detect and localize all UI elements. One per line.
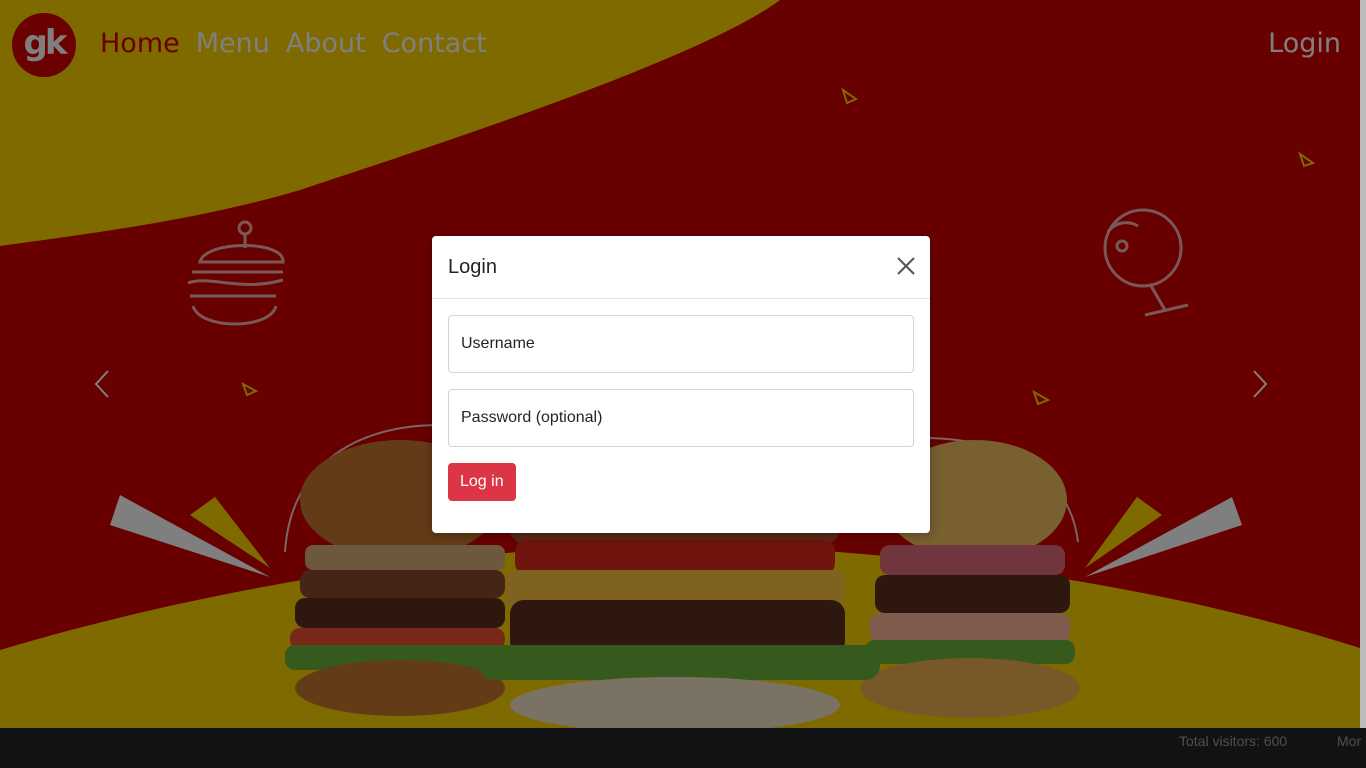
close-button[interactable] — [894, 254, 918, 278]
modal-body: Log in — [432, 299, 930, 517]
password-input[interactable] — [448, 389, 914, 447]
footer-backdrop — [0, 728, 1366, 768]
modal-header: Login — [432, 236, 930, 299]
modal-title: Login — [448, 256, 497, 278]
username-input[interactable] — [448, 315, 914, 373]
close-icon — [897, 257, 915, 275]
footer: Total visitors: 600 Mor — [0, 728, 1366, 768]
login-submit-button[interactable]: Log in — [448, 463, 516, 501]
login-modal: Login Log in — [432, 236, 930, 533]
page-scrollbar[interactable] — [1360, 0, 1366, 728]
